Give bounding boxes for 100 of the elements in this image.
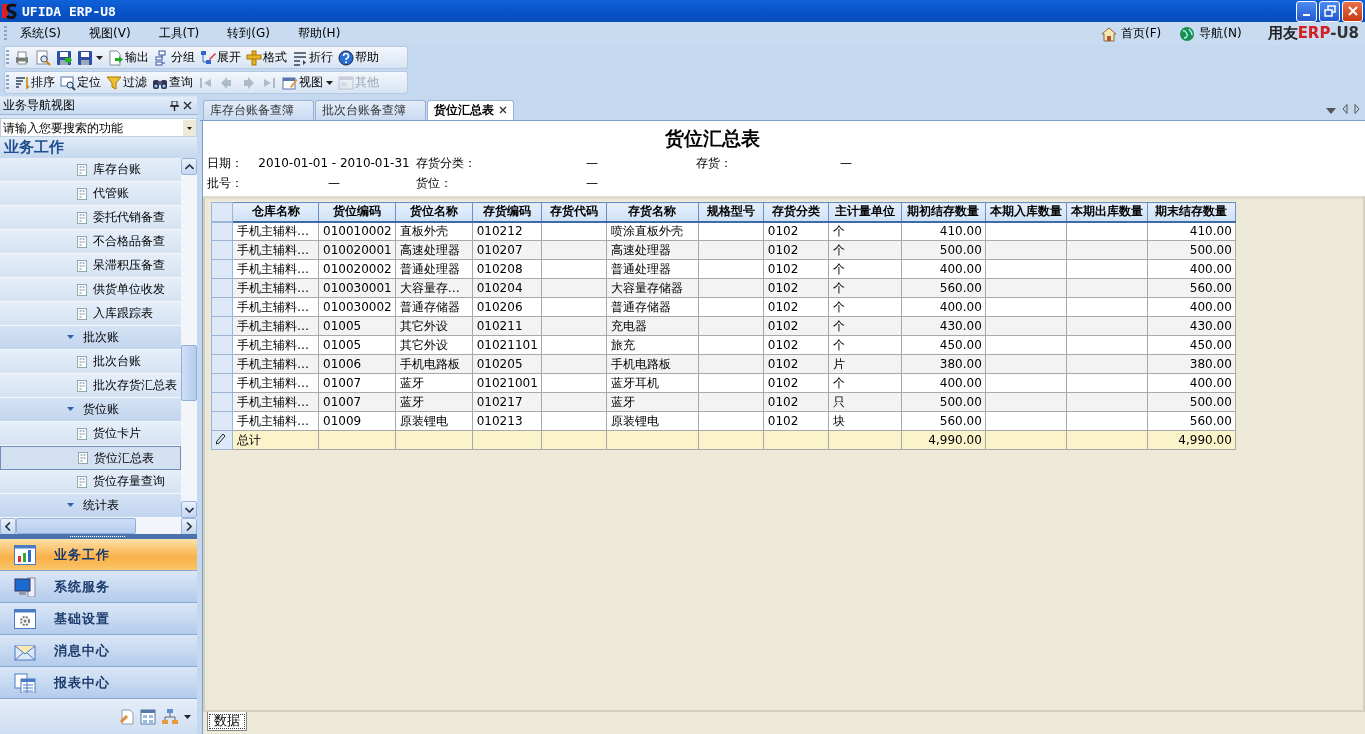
column-header[interactable]: 存货代码 (541, 202, 607, 222)
module-button[interactable]: 业务工作 (0, 539, 197, 571)
pin-button[interactable] (168, 99, 181, 112)
document-icon (76, 235, 88, 248)
house-icon (1101, 25, 1117, 42)
toolbar-button[interactable]: 查询 (150, 72, 196, 93)
expanded-arrow-icon (66, 405, 75, 414)
toolbar-button[interactable]: 排序 (12, 72, 58, 93)
document-tab[interactable]: 批次台账备查簿 (315, 100, 426, 120)
document-tab[interactable]: 货位汇总表 (427, 100, 514, 120)
toolbar-button[interactable]: 定位 (58, 72, 104, 93)
menu-item[interactable]: 视图(V) (81, 23, 139, 44)
caret-icon (96, 55, 103, 60)
gear-icon (14, 608, 36, 629)
toolbar-button[interactable]: 折行 (290, 47, 336, 68)
column-header[interactable]: 货位名称 (395, 202, 473, 222)
column-header[interactable]: 本期入库数量 (985, 202, 1067, 222)
scroll-thumb[interactable] (16, 518, 136, 534)
filter-value: — (327, 176, 341, 190)
menu-item[interactable]: 帮助(H) (289, 23, 349, 44)
pin-icon (170, 100, 179, 111)
toolbar-button[interactable]: 分组 (152, 47, 198, 68)
nav-group[interactable]: 货位账 (0, 398, 181, 422)
column-header[interactable]: 存货编码 (472, 202, 542, 222)
pencil-icon (216, 432, 226, 445)
column-header[interactable]: 存货分类 (763, 202, 829, 222)
nav-item[interactable]: 不合格品备查 (0, 230, 181, 254)
column-header[interactable]: 规格型号 (698, 202, 764, 222)
filter-value: 2010-01-01 - 2010-01-31 (257, 156, 411, 170)
close-icon (183, 101, 192, 110)
row-header (211, 202, 233, 222)
save-icon (77, 49, 93, 66)
nav-item[interactable]: 批次台账 (0, 350, 181, 374)
menu-item[interactable]: 工具(T) (150, 23, 208, 44)
document-icon (76, 475, 88, 488)
nav-item[interactable]: 供货单位收发 (0, 278, 181, 302)
sheet-tab[interactable]: 数据 (207, 712, 247, 731)
help-icon (338, 49, 354, 66)
column-header[interactable]: 主计量单位 (828, 202, 902, 222)
nav-item[interactable]: 货位汇总表 (0, 446, 181, 470)
filter-value: — (839, 156, 853, 170)
column-header[interactable]: 期末结存数量 (1147, 202, 1236, 222)
document-tab[interactable]: 库存台账备查簿 (203, 100, 314, 120)
nav-item[interactable]: 呆滞积压备查 (0, 254, 181, 278)
toolbar-button[interactable]: 格式 (244, 47, 290, 68)
monitor-icon (14, 576, 36, 597)
nav-item[interactable]: 货位存量查询 (0, 470, 181, 494)
globe-icon (1179, 25, 1196, 42)
toolbar-button[interactable]: 展开 (198, 47, 244, 68)
document-icon (76, 283, 88, 296)
restore-button[interactable] (1319, 0, 1340, 22)
menu-item[interactable]: 系统(S) (12, 23, 69, 44)
expanded-arrow-icon (66, 333, 75, 342)
filter-label: 存货分类： (416, 154, 477, 172)
module-button[interactable]: 基础设置 (0, 603, 197, 635)
scroll-up-button[interactable] (181, 158, 197, 175)
tab-list-icon (1326, 108, 1336, 114)
nav-item[interactable]: 批次存货汇总表 (0, 374, 181, 398)
toolbar-button[interactable]: 输出 (106, 47, 152, 68)
toolbar-button[interactable]: 帮助 (336, 47, 382, 68)
column-header[interactable]: 本期出库数量 (1066, 202, 1148, 222)
module-button[interactable]: 系统服务 (0, 571, 197, 603)
nav-item[interactable]: 委托代销备查 (0, 206, 181, 230)
locate-icon (60, 74, 76, 91)
save-icon (56, 49, 72, 66)
view-icon (282, 74, 298, 91)
toolbar-button[interactable]: 视图 (280, 72, 326, 93)
nav-group[interactable]: 批次账 (0, 326, 181, 350)
close-button[interactable] (181, 99, 194, 112)
module-button[interactable]: 消息中心 (0, 635, 197, 667)
column-header[interactable]: 仓库名称 (232, 202, 319, 222)
print-preview-icon (35, 49, 51, 66)
caret-icon (183, 119, 196, 136)
printer-icon (14, 49, 30, 66)
report-icon (14, 672, 36, 693)
nav-item[interactable]: 入库跟踪表 (0, 302, 181, 326)
nav-link[interactable]: 首页(F) (1101, 25, 1162, 42)
toolbar-button[interactable]: 过滤 (104, 72, 150, 93)
filter-icon (106, 74, 122, 91)
module-button[interactable]: 报表中心 (0, 667, 197, 699)
nav-item[interactable]: 库存台账 (0, 158, 181, 182)
nav-group[interactable]: 统计表 (0, 494, 181, 518)
page-wrench-icon (118, 708, 134, 725)
filter-label: 货位： (416, 174, 453, 192)
close-button[interactable] (1342, 0, 1363, 22)
scroll-thumb[interactable] (181, 345, 197, 401)
column-header[interactable]: 期初结存数量 (901, 202, 986, 222)
nav-link[interactable]: 导航(N) (1179, 25, 1242, 42)
nav-item[interactable]: 代管账 (0, 182, 181, 206)
caret-icon (184, 714, 191, 719)
nav-item[interactable]: 货位卡片 (0, 422, 181, 446)
document-icon (76, 211, 88, 224)
panel-title: 业务导航视图 (3, 97, 76, 114)
column-header[interactable]: 存货名称 (606, 202, 699, 222)
column-header[interactable]: 货位编码 (318, 202, 396, 222)
close-icon (1347, 6, 1358, 16)
menu-item[interactable]: 转到(G) (219, 23, 278, 44)
search-field[interactable]: 请输入您要搜索的功能 (0, 118, 197, 137)
minimize-button[interactable] (1296, 0, 1317, 22)
scroll-down-button[interactable] (181, 501, 197, 518)
